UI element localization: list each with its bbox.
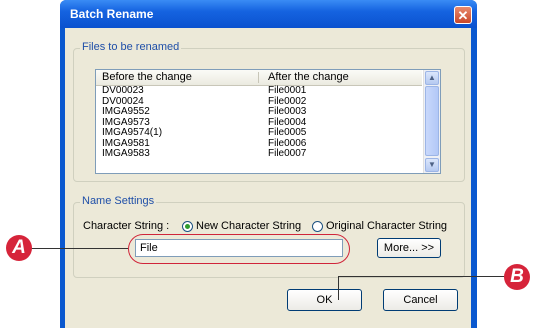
- title-bar[interactable]: Batch Rename ✕: [60, 0, 477, 28]
- column-header-after[interactable]: After the change: [268, 71, 349, 83]
- character-string-label: Character String :: [83, 220, 170, 232]
- file-list-row[interactable]: IMGA9574(1) File0005: [96, 127, 422, 139]
- column-divider[interactable]: [258, 72, 259, 83]
- dialog-client-area: Files to be renamed Name Settings Before…: [65, 28, 471, 328]
- scroll-thumb[interactable]: [425, 86, 439, 156]
- file-name-after: File0001: [268, 85, 307, 96]
- file-list-body: DV00023 File0001 DV00024 File0002 IMGA9552 Fi…: [96, 85, 422, 160]
- callout-b-leader-horizontal: [338, 276, 506, 277]
- close-button[interactable]: ✕: [454, 6, 472, 24]
- dialog-title: Batch Rename: [70, 7, 154, 21]
- radio-new-character-string[interactable]: [182, 221, 193, 232]
- file-name-before: IMGA9574(1): [102, 127, 163, 138]
- file-name-before: IMGA9552: [102, 106, 150, 117]
- callout-a-highlight: [128, 234, 350, 264]
- callout-b-marker: B: [504, 264, 530, 290]
- batch-rename-dialog: Batch Rename ✕ Files to be renamed Name …: [60, 0, 477, 328]
- chevron-down-icon: ▼: [428, 160, 436, 169]
- callout-a-marker: A: [6, 235, 32, 261]
- callout-b-leader-vertical: [338, 276, 339, 300]
- scroll-down-button[interactable]: ▼: [425, 158, 439, 172]
- file-list-row[interactable]: DV00023 File0001: [96, 85, 422, 97]
- callout-a-leader-line: [31, 248, 128, 249]
- files-group-label: Files to be renamed: [80, 41, 182, 53]
- radio-original-character-string[interactable]: [312, 221, 323, 232]
- close-icon: ✕: [457, 8, 469, 23]
- file-name-after: File0005: [268, 127, 307, 138]
- file-name-after: File0003: [268, 106, 307, 117]
- more-button[interactable]: More... >>: [377, 238, 441, 258]
- cancel-button[interactable]: Cancel: [383, 289, 458, 311]
- scroll-up-button[interactable]: ▲: [425, 71, 439, 85]
- file-list[interactable]: Before the change After the change DV000…: [95, 69, 441, 174]
- ok-button[interactable]: OK: [287, 289, 362, 311]
- file-name-before: IMGA9583: [102, 148, 150, 159]
- column-header-before[interactable]: Before the change: [102, 71, 192, 83]
- name-settings-label: Name Settings: [80, 195, 157, 207]
- option-original-label[interactable]: Original Character String: [326, 220, 447, 232]
- file-name-before: DV00023: [102, 85, 144, 96]
- file-list-row[interactable]: IMGA9583 File0007: [96, 148, 422, 160]
- chevron-up-icon: ▲: [428, 73, 436, 82]
- option-new-label[interactable]: New Character String: [196, 220, 301, 232]
- file-name-after: File0007: [268, 148, 307, 159]
- file-list-header: Before the change After the change: [96, 70, 422, 86]
- file-list-scrollbar[interactable]: ▲ ▼: [423, 70, 440, 173]
- file-list-row[interactable]: IMGA9552 File0003: [96, 106, 422, 118]
